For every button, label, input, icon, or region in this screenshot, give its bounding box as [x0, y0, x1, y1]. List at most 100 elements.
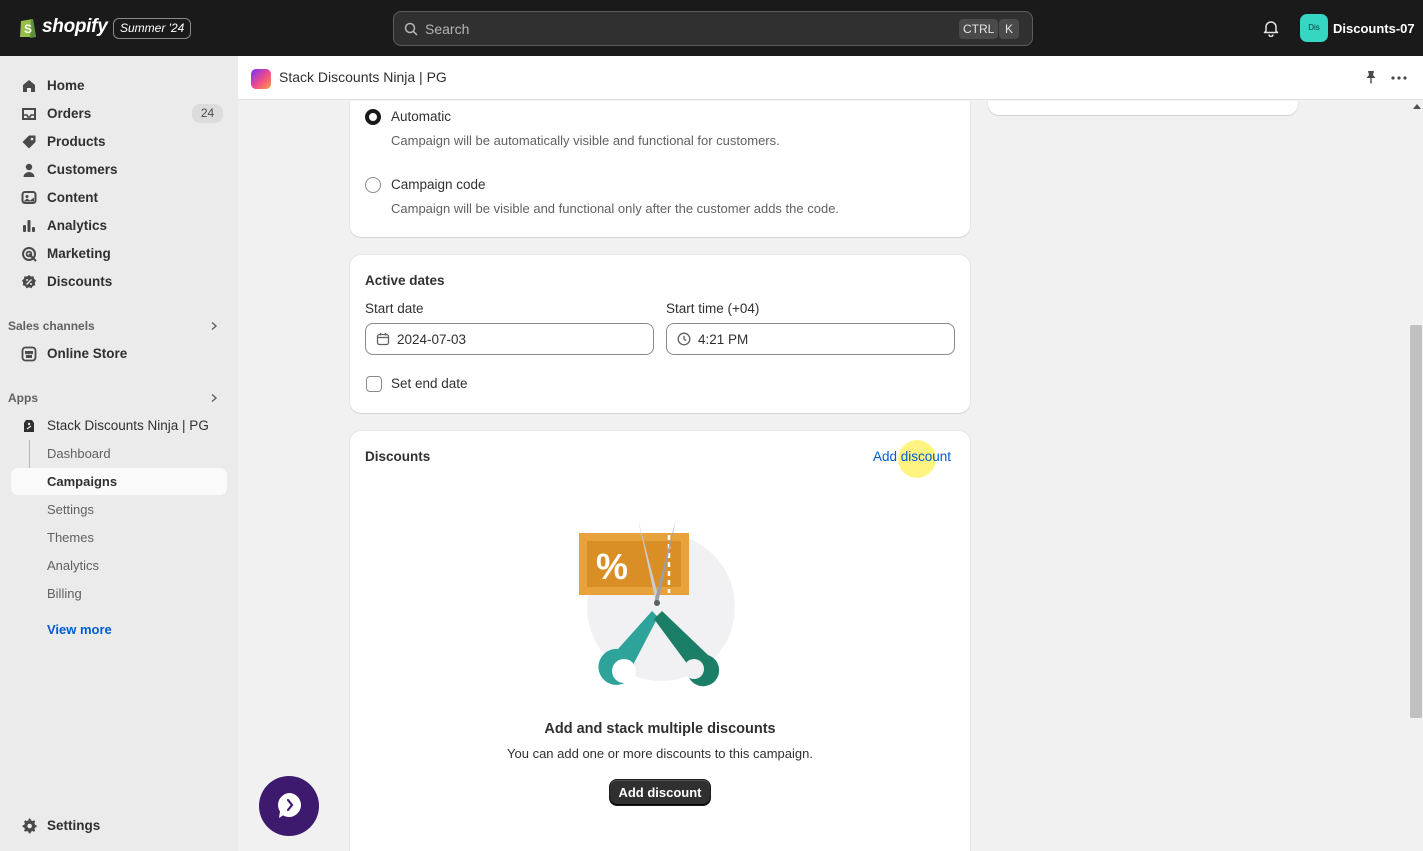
campaign-code-help: Campaign will be visible and functional … — [391, 201, 840, 216]
sidebar-subitem-billing[interactable]: Billing — [11, 580, 227, 607]
bar-chart-icon — [23, 219, 35, 232]
sidebar-subitem-dashboard[interactable]: Dashboard — [11, 440, 227, 467]
subitem-label: Themes — [47, 530, 94, 545]
calendar-icon — [376, 333, 390, 346]
subitem-label: Dashboard — [47, 446, 111, 461]
coupon-scissors-illustration: % — [579, 519, 735, 687]
person-icon — [23, 163, 35, 177]
shopify-bag-icon: S — [20, 19, 36, 38]
set-end-date-label: Set end date — [391, 376, 468, 391]
sidebar-item-label: Content — [47, 190, 98, 205]
search-placeholder: Search — [425, 21, 470, 37]
sidebar-item-products[interactable]: Products — [11, 128, 227, 155]
discount-icon — [22, 274, 36, 288]
sidebar-subitem-analytics[interactable]: Analytics — [11, 552, 227, 579]
start-time-label: Start time (+04) — [666, 301, 760, 316]
page-scrollbar[interactable] — [1410, 100, 1423, 851]
subitem-label: Campaigns — [47, 474, 118, 489]
sidebar-item-home[interactable]: Home — [11, 72, 227, 99]
sidebar-item-settings[interactable]: Settings — [11, 812, 227, 839]
app-logo-icon — [251, 69, 271, 89]
automatic-label: Automatic — [391, 109, 452, 124]
automatic-help: Campaign will be automatically visible a… — [391, 133, 780, 148]
store-name: Discounts-07 — [1333, 20, 1415, 36]
sidebar-item-label: Marketing — [47, 246, 111, 261]
view-more-link[interactable]: View more — [47, 622, 112, 637]
sidebar-item-label: Customers — [47, 162, 118, 177]
orders-count-badge: 24 — [192, 104, 223, 123]
svg-text:%: % — [596, 546, 628, 587]
search-bar[interactable]: Search CTRL K — [393, 11, 1033, 46]
sidebar-item-label: Online Store — [47, 346, 128, 361]
visibility-card: Automatic Campaign will be automatically… — [350, 101, 970, 237]
home-icon — [23, 79, 35, 92]
start-date-value: 2024-07-03 — [397, 332, 467, 347]
apps-title[interactable]: Apps — [8, 391, 38, 405]
sidebar-item-label: Analytics — [47, 218, 108, 233]
sidebar-item-label: Home — [47, 78, 85, 93]
scrollbar-thumb[interactable] — [1410, 325, 1422, 718]
edition-badge[interactable]: Summer '24 — [113, 18, 192, 39]
app-tag-icon — [24, 419, 34, 432]
target-icon — [22, 246, 37, 262]
sidebar-subitem-themes[interactable]: Themes — [11, 524, 227, 551]
sidebar-item-label: Stack Discounts Ninja | PG — [47, 418, 209, 433]
top-bar: S shopify Summer '24 Search CTRL K Dis D… — [0, 0, 1423, 56]
orders-icon — [22, 107, 36, 120]
chevron-right-icon[interactable] — [209, 321, 219, 331]
discounts-title: Discounts — [365, 449, 431, 464]
bell-icon[interactable] — [1262, 19, 1280, 37]
chat-bubble-icon — [278, 793, 301, 818]
brand-name: shopify — [42, 16, 108, 37]
sidebar-subitem-settings[interactable]: Settings — [11, 496, 227, 523]
add-discount-button[interactable]: Add discount — [609, 779, 711, 806]
sidebar-item-app[interactable]: Stack Discounts Ninja | PG — [11, 412, 227, 439]
chevron-right-icon[interactable] — [209, 393, 219, 403]
store-switcher[interactable]: Dis Discounts-07 — [1300, 14, 1415, 42]
shopify-logo[interactable]: S shopify — [18, 15, 108, 39]
start-date-label: Start date — [365, 301, 424, 316]
empty-state-title: Add and stack multiple discounts — [544, 721, 776, 737]
sidebar-item-label: Discounts — [47, 274, 113, 289]
search-icon — [404, 22, 418, 36]
sales-channels-title[interactable]: Sales channels — [8, 319, 95, 333]
sidebar-item-analytics[interactable]: Analytics — [11, 212, 227, 239]
discounts-card: Discounts Add discount % Add and stack m… — [350, 431, 970, 851]
app-header: Stack Discounts Ninja | PG — [238, 56, 1423, 100]
sidebar-subitem-campaigns[interactable]: Campaigns — [11, 468, 227, 495]
automatic-radio[interactable] — [365, 109, 381, 125]
store-avatar: Dis — [1300, 14, 1328, 42]
tag-icon — [22, 135, 36, 148]
active-dates-card: Active dates Start date 2024-07-03 Start… — [350, 255, 970, 413]
app-title: Stack Discounts Ninja | PG — [279, 69, 447, 85]
chat-widget-button[interactable] — [259, 776, 319, 836]
content-icon — [21, 190, 37, 204]
shortcut-ctrl-key: CTRL — [959, 19, 999, 39]
scroll-up-arrow-icon[interactable] — [1413, 104, 1421, 109]
main-panel: Stack Discounts Ninja | PG Automatic Cam… — [238, 56, 1423, 851]
sidebar-item-marketing[interactable]: Marketing — [11, 240, 227, 267]
side-card — [988, 101, 1298, 115]
sidebar-item-customers[interactable]: Customers — [11, 156, 227, 183]
sidebar-item-label: Orders — [47, 106, 92, 121]
sidebar-item-discounts[interactable]: Discounts — [11, 268, 227, 295]
sidebar: Home Orders 24 Products Customers Conten… — [0, 56, 238, 851]
start-date-input[interactable]: 2024-07-03 — [365, 323, 654, 355]
campaign-code-radio[interactable] — [365, 177, 381, 193]
sidebar-item-online-store[interactable]: Online Store — [11, 340, 227, 367]
subitem-label: Analytics — [47, 558, 100, 573]
more-horizontal-icon[interactable] — [1391, 75, 1407, 81]
start-time-value: 4:21 PM — [698, 332, 749, 347]
empty-state-description: You can add one or more discounts to thi… — [507, 746, 813, 761]
set-end-date-checkbox[interactable] — [366, 376, 382, 392]
pin-icon[interactable] — [1364, 70, 1378, 84]
sidebar-item-label: Settings — [47, 818, 101, 833]
sidebar-item-content[interactable]: Content — [11, 184, 227, 211]
sidebar-item-orders[interactable]: Orders 24 — [11, 100, 227, 127]
clock-icon — [677, 332, 691, 346]
start-time-input[interactable]: 4:21 PM — [666, 323, 955, 355]
svg-text:S: S — [24, 22, 32, 36]
shortcut-k-key: K — [999, 19, 1019, 39]
subitem-label: Billing — [47, 586, 82, 601]
add-discount-link[interactable]: Add discount — [873, 449, 951, 464]
